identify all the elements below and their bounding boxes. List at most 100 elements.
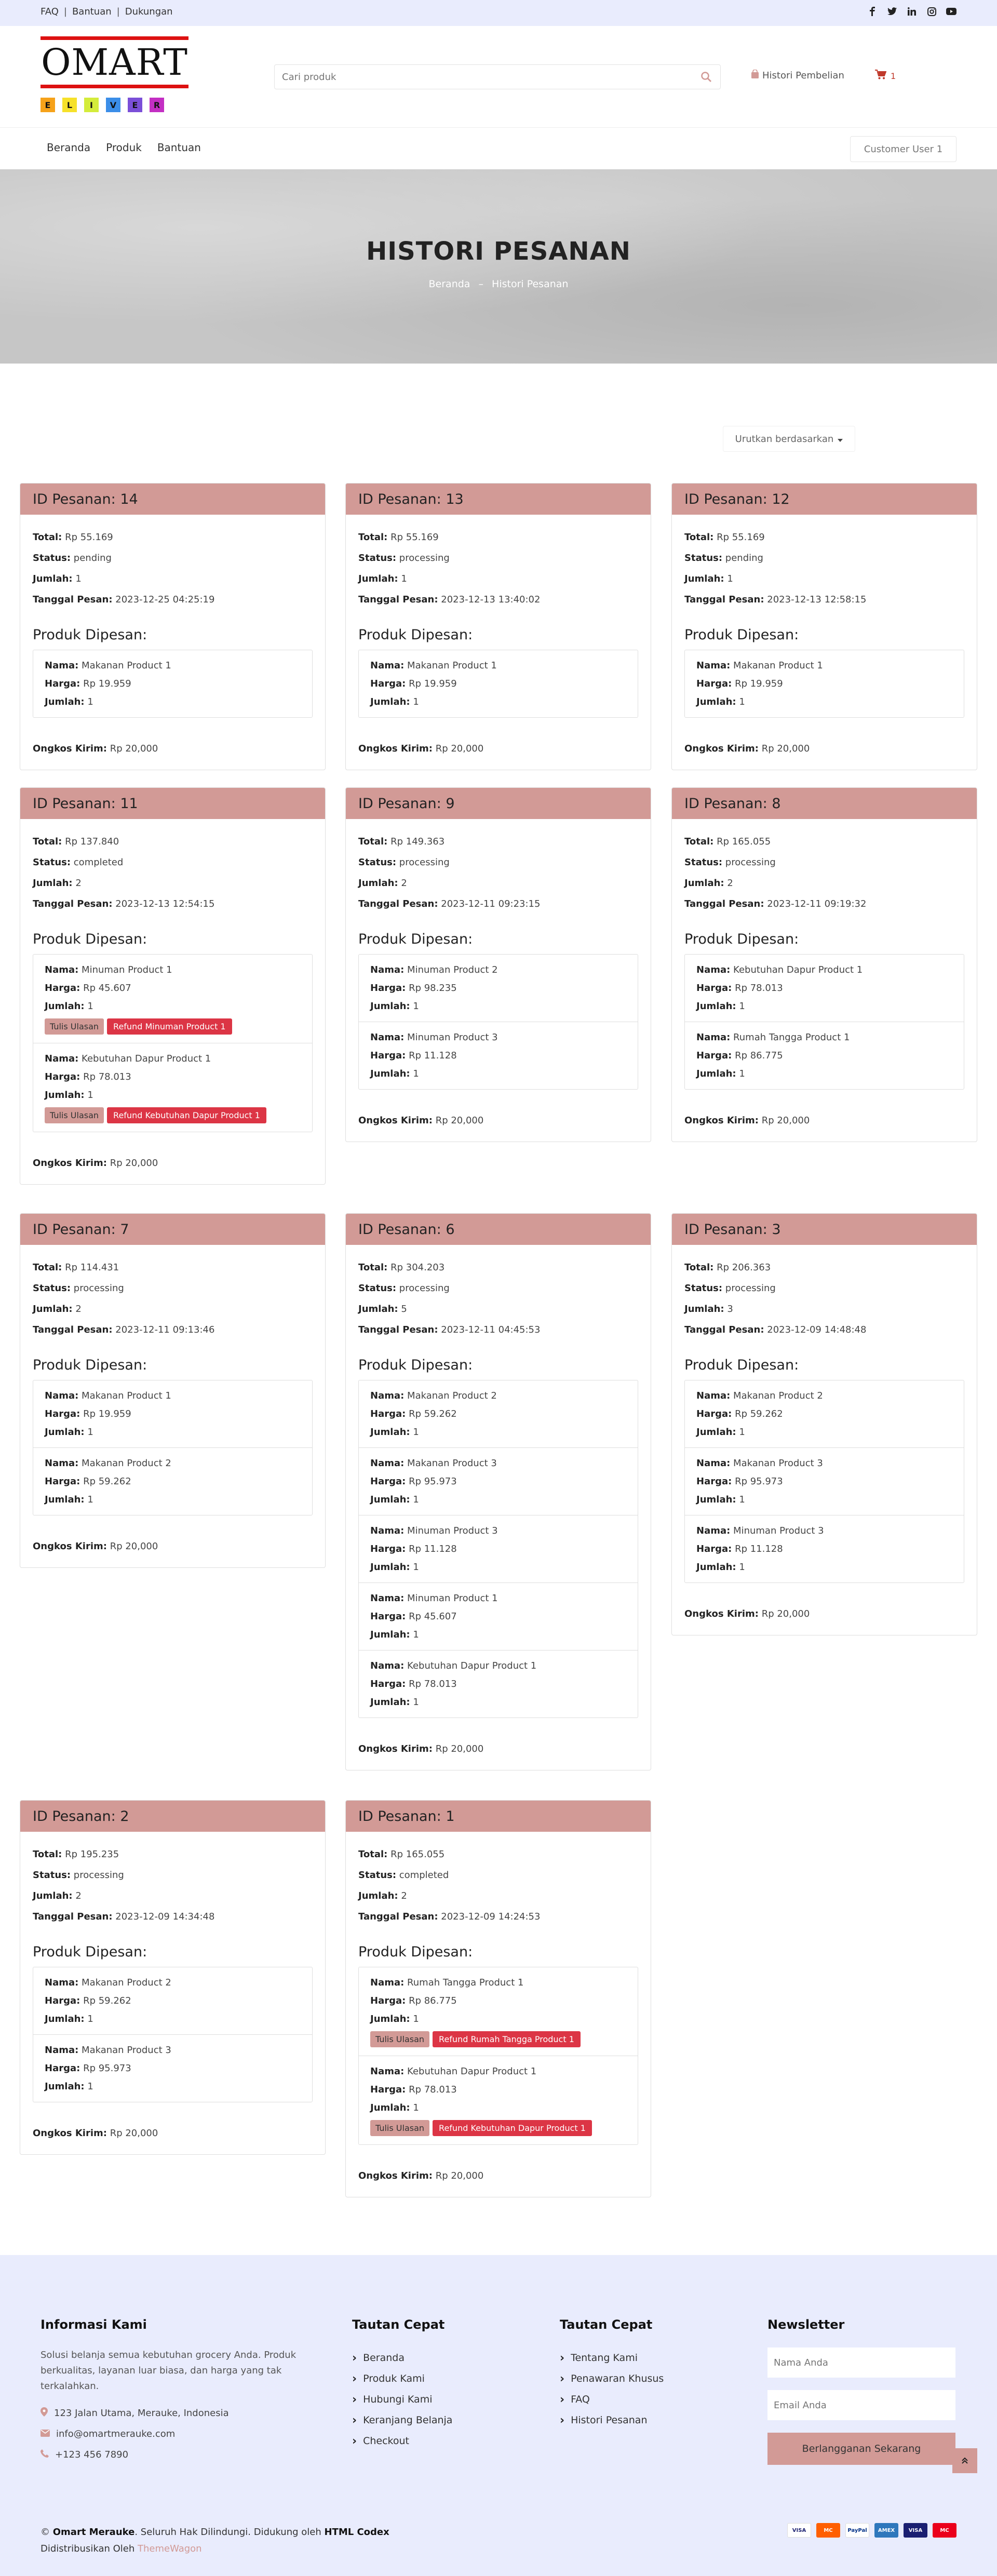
- order-card: ID Pesanan: 9 Total: Rp 149.363 Status: pr…: [345, 787, 651, 1142]
- facebook-icon[interactable]: [867, 6, 878, 17]
- purchase-history-link[interactable]: Histori Pembelian: [751, 69, 844, 82]
- nav-help[interactable]: Bantuan: [157, 141, 201, 154]
- write-review-button[interactable]: Tulis Ulasan: [45, 1107, 104, 1123]
- order-quantity-label: Jumlah:: [684, 573, 724, 584]
- product-price-label: Harga:: [370, 1544, 406, 1554]
- write-review-button[interactable]: Tulis Ulasan: [370, 2120, 430, 2136]
- product-name-label: Nama:: [45, 1390, 79, 1401]
- faq-link[interactable]: FAQ: [41, 6, 59, 17]
- order-status: Status: completed: [33, 852, 313, 873]
- order-status: Status: pending: [684, 548, 964, 569]
- order-total-value: Rp 165.055: [717, 836, 771, 847]
- product-price: Harga: Rp 19.959: [45, 1405, 301, 1423]
- footer-link[interactable]: Penawaran Khusus: [560, 2368, 664, 2389]
- refund-button[interactable]: Refund Minuman Product 1: [107, 1018, 232, 1035]
- newsletter-email-input[interactable]: [767, 2390, 955, 2420]
- back-to-top-button[interactable]: [952, 2448, 977, 2473]
- newsletter-name-input[interactable]: [767, 2347, 955, 2378]
- order-quantity-value: 1: [727, 573, 733, 584]
- footer-link[interactable]: Keranjang Belanja: [352, 2410, 452, 2431]
- write-review-button[interactable]: Tulis Ulasan: [370, 2031, 430, 2047]
- order-card: ID Pesanan: 6 Total: Rp 304.203 Status: pr…: [345, 1213, 651, 1770]
- html-codex-link[interactable]: HTML Codex: [324, 2527, 389, 2538]
- footer-link[interactable]: Histori Pesanan: [560, 2410, 664, 2431]
- twitter-icon[interactable]: [887, 6, 897, 17]
- product-price: Harga: Rp 86.775: [696, 1046, 952, 1065]
- nav-home[interactable]: Beranda: [47, 141, 90, 154]
- footer-link[interactable]: Hubungi Kami: [352, 2389, 452, 2410]
- product-price: Harga: Rp 86.775: [370, 1992, 626, 2010]
- ordered-products-heading: Produk Dipesan:: [33, 1944, 147, 1960]
- order-total-value: Rp 206.363: [717, 1262, 771, 1273]
- order-total: Total: Rp 55.169: [33, 527, 313, 548]
- shipping-cost-value: Rp 20,000: [110, 743, 158, 754]
- search-icon[interactable]: [700, 71, 712, 85]
- nav-products[interactable]: Produk: [106, 141, 142, 154]
- product-price: Harga: Rp 78.013: [370, 2081, 626, 2099]
- order-quantity: Jumlah: 3: [684, 1299, 964, 1320]
- youtube-icon[interactable]: [946, 6, 956, 17]
- footer-link[interactable]: FAQ: [560, 2389, 664, 2410]
- product-actions: Tulis Ulasan Refund Kebutuhan Dapur Produ…: [370, 2120, 626, 2136]
- product-price-label: Harga:: [370, 1476, 406, 1487]
- support-link[interactable]: Dukungan: [125, 6, 173, 17]
- themewagon-link[interactable]: ThemeWagon: [138, 2543, 202, 2554]
- search-input[interactable]: [275, 65, 680, 89]
- footer-link[interactable]: Beranda: [352, 2347, 452, 2368]
- order-date-value: 2023-12-11 09:23:15: [441, 898, 541, 909]
- order-total-value: Rp 114.431: [65, 1262, 119, 1273]
- product-item: Nama: Makanan Product 3 Harga: Rp 95.973 J…: [33, 2034, 312, 2102]
- order-quantity-label: Jumlah:: [684, 878, 724, 889]
- footer-address: 123 Jalan Utama, Merauke, Indonesia: [54, 2407, 229, 2419]
- order-id-header: ID Pesanan: 8: [672, 788, 977, 819]
- visa-icon: VISA: [787, 2523, 811, 2538]
- product-quantity-label: Jumlah:: [370, 1494, 410, 1505]
- breadcrumb-home[interactable]: Beranda: [429, 278, 470, 290]
- product-name-label: Nama:: [370, 1593, 405, 1604]
- shipping-cost: Ongkos Kirim: Rp 20,000: [358, 1739, 638, 1760]
- product-name-label: Nama:: [370, 1660, 405, 1671]
- order-total-label: Total:: [33, 1262, 62, 1273]
- product-quantity-label: Jumlah:: [370, 1629, 410, 1640]
- product-price-value: Rp 19.959: [409, 678, 457, 689]
- product-quantity-label: Jumlah:: [370, 1068, 410, 1079]
- sort-dropdown[interactable]: Urutkan berdasarkan: [723, 426, 855, 452]
- product-price-value: Rp 45.607: [409, 1611, 457, 1622]
- instagram-icon[interactable]: [926, 6, 937, 17]
- product-name-label: Nama:: [45, 1458, 79, 1469]
- cart-button[interactable]: 1: [875, 70, 896, 82]
- product-name: Nama: Makanan Product 1: [370, 656, 626, 675]
- order-date-label: Tanggal Pesan:: [684, 1324, 764, 1335]
- subscribe-button[interactable]: Berlangganan Sekarang: [767, 2433, 955, 2465]
- order-total-value: Rp 55.169: [717, 532, 765, 543]
- footer-link[interactable]: Produk Kami: [352, 2368, 452, 2389]
- refund-button[interactable]: Refund Kebutuhan Dapur Product 1: [107, 1107, 266, 1123]
- linkedin-icon[interactable]: [907, 6, 917, 17]
- footer-about-title: Informasi Kami: [41, 2317, 147, 2332]
- help-link[interactable]: Bantuan: [72, 6, 112, 17]
- shipping-cost-label: Ongkos Kirim:: [33, 743, 107, 754]
- footer-link[interactable]: Checkout: [352, 2431, 452, 2451]
- user-menu-button[interactable]: Customer User 1: [850, 136, 956, 162]
- footer-newsletter: Newsletter Berlangganan Sekarang: [767, 2317, 955, 2465]
- write-review-button[interactable]: Tulis Ulasan: [45, 1018, 104, 1035]
- refund-button[interactable]: Refund Rumah Tangga Product 1: [433, 2031, 581, 2047]
- brand-link[interactable]: Omart Merauke: [53, 2527, 135, 2538]
- product-quantity: Jumlah: 1: [370, 1423, 626, 1441]
- footer-link[interactable]: Tentang Kami: [560, 2347, 664, 2368]
- product-price-value: Rp 98.235: [409, 983, 457, 994]
- product-price-label: Harga:: [370, 1679, 406, 1689]
- footer-email[interactable]: info@omartmerauke.com: [56, 2429, 175, 2439]
- product-quantity: Jumlah: 1: [696, 997, 952, 1015]
- shipping-cost-label: Ongkos Kirim:: [684, 1608, 759, 1619]
- product-name: Nama: Makanan Product 3: [370, 1454, 626, 1472]
- product-quantity-value: 1: [413, 1001, 419, 1012]
- refund-button[interactable]: Refund Kebutuhan Dapur Product 1: [433, 2120, 592, 2136]
- ordered-products-list: Nama: Makanan Product 1 Harga: Rp 19.959 J…: [33, 650, 313, 718]
- ordered-products-heading: Produk Dipesan:: [33, 627, 147, 643]
- order-status-label: Status:: [358, 1870, 397, 1881]
- order-date: Tanggal Pesan: 2023-12-11 09:23:15: [358, 894, 638, 915]
- order-id-header: ID Pesanan: 13: [346, 484, 651, 515]
- site-logo[interactable]: OMART E L I V E R: [41, 36, 188, 117]
- order-total-value: Rp 55.169: [390, 532, 439, 543]
